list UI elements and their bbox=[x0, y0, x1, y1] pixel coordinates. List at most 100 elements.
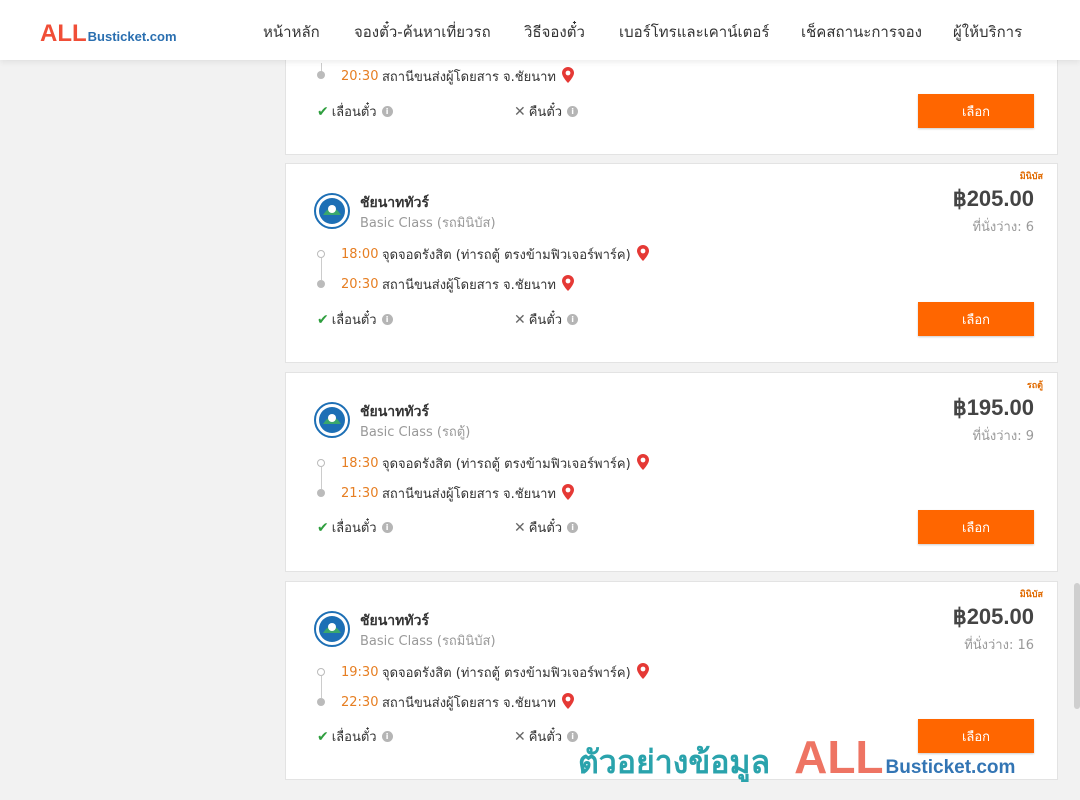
change-ticket-label: เลื่อนตั๋ว bbox=[331, 521, 377, 536]
arrive-row: 21:30 สถานีขนส่งผู้โดยสาร จ.ชัยนาท bbox=[341, 483, 575, 504]
seats-available: ที่นั่งว่าง: 6 bbox=[972, 220, 1034, 235]
arrive-time: 20:30 bbox=[341, 69, 379, 84]
change-ticket-option: ✔ เลื่อนตั๋ว i bbox=[317, 517, 393, 538]
nav-book-search[interactable]: จองตั๋ว-ค้นหาเที่ยวรถ bbox=[354, 20, 491, 44]
main-nav: หน้าหลัก จองตั๋ว-ค้นหาเที่ยวรถ วิธีจองตั… bbox=[0, 0, 1080, 60]
map-pin-icon[interactable] bbox=[562, 66, 575, 87]
arrive-row: 20:30 สถานีขนส่งผู้โดยสาร จ.ชัยนาท bbox=[341, 274, 575, 295]
vehicle-tag: มินิบัส bbox=[1019, 172, 1043, 182]
operator-name: ชัยนาททัวร์ bbox=[360, 613, 429, 629]
depart-stop: จุดจอดรังสิต (ท่ารถตู้ ตรงข้ามฟิวเจอร์พา… bbox=[382, 666, 631, 681]
depart-dot bbox=[317, 250, 325, 258]
info-icon[interactable]: i bbox=[567, 106, 579, 117]
change-ticket-option: ✔ เลื่อนตั๋ว i bbox=[317, 726, 393, 747]
bus-class: Basic Class (รถมินิบัส) bbox=[360, 634, 496, 649]
refund-ticket-option: ✕ คืนตั๋ว i bbox=[514, 517, 579, 538]
arrive-time: 21:30 bbox=[341, 486, 379, 501]
check-icon: ✔ bbox=[317, 311, 329, 328]
arrive-time: 22:30 bbox=[341, 695, 379, 710]
arrive-stop: สถานีขนส่งผู้โดยสาร จ.ชัยนาท bbox=[382, 278, 557, 293]
depart-row: 18:00 จุดจอดรังสิต (ท่ารถตู้ ตรงข้ามฟิวเ… bbox=[341, 244, 649, 265]
check-icon: ✔ bbox=[317, 728, 329, 745]
select-button[interactable]: เลือก bbox=[918, 510, 1034, 544]
arrive-time: 20:30 bbox=[341, 277, 379, 292]
info-icon[interactable]: i bbox=[381, 731, 393, 742]
map-pin-icon[interactable] bbox=[562, 692, 575, 713]
info-icon[interactable]: i bbox=[381, 522, 393, 533]
refund-ticket-option: ✕ คืนตั๋ว i bbox=[514, 726, 579, 747]
nav-check-status[interactable]: เช็คสถานะการจอง bbox=[801, 20, 922, 44]
ticket-price: ฿205.00 bbox=[952, 604, 1034, 629]
watermark-sub-text: Busticket.com bbox=[885, 757, 1016, 778]
arrive-row: 20:30 สถานีขนส่งผู้โดยสาร จ.ชัยนาท bbox=[341, 66, 575, 87]
watermark-all-text: ALL bbox=[794, 731, 884, 783]
seats-available: ที่นั่งว่าง: 16 bbox=[964, 638, 1034, 653]
nav-phone-counter[interactable]: เบอร์โทรและเคาน์เตอร์ bbox=[619, 20, 769, 44]
depart-time: 19:30 bbox=[341, 665, 379, 680]
arrive-dot bbox=[317, 71, 325, 79]
top-header: ALL Busticket.com หน้าหลัก จองตั๋ว-ค้นหา… bbox=[0, 0, 1080, 60]
depart-row: 18:30 จุดจอดรังสิต (ท่ารถตู้ ตรงข้ามฟิวเ… bbox=[341, 453, 649, 474]
change-ticket-option: ✔ เลื่อนตั๋ว i bbox=[317, 309, 393, 330]
refund-ticket-label: คืนตั๋ว bbox=[528, 105, 563, 120]
arrive-stop: สถานีขนส่งผู้โดยสาร จ.ชัยนาท bbox=[382, 70, 557, 85]
arrive-stop: สถานีขนส่งผู้โดยสาร จ.ชัยนาท bbox=[382, 696, 557, 711]
operator-name: ชัยนาททัวร์ bbox=[360, 195, 429, 211]
nav-home[interactable]: หน้าหลัก bbox=[263, 20, 320, 44]
map-pin-icon[interactable] bbox=[562, 483, 575, 504]
nav-how-to-book[interactable]: วิธีจองตั๋ว bbox=[524, 20, 585, 44]
depart-dot bbox=[317, 668, 325, 676]
seats-available: ที่นั่งว่าง: 9 bbox=[972, 429, 1034, 444]
page-scrollbar[interactable] bbox=[1074, 583, 1080, 709]
info-icon[interactable]: i bbox=[567, 731, 579, 742]
route-line bbox=[321, 676, 322, 698]
depart-time: 18:00 bbox=[341, 247, 379, 262]
depart-stop: จุดจอดรังสิต (ท่ารถตู้ ตรงข้ามฟิวเจอร์พา… bbox=[382, 457, 631, 472]
operator-logo bbox=[314, 402, 350, 438]
map-pin-icon[interactable] bbox=[636, 244, 649, 265]
cross-icon: ✕ bbox=[514, 519, 526, 536]
nav-operators[interactable]: ผู้ให้บริการ bbox=[953, 20, 1022, 44]
map-pin-icon[interactable] bbox=[562, 274, 575, 295]
arrive-dot bbox=[317, 698, 325, 706]
sample-data-watermark: ตัวอย่างข้อมูล ALL Busticket.com bbox=[578, 730, 1015, 788]
info-icon[interactable]: i bbox=[567, 522, 579, 533]
vehicle-tag: มินิบัส bbox=[1019, 590, 1043, 600]
depart-row: 19:30 จุดจอดรังสิต (ท่ารถตู้ ตรงข้ามฟิวเ… bbox=[341, 662, 649, 683]
change-ticket-label: เลื่อนตั๋ว bbox=[331, 730, 377, 745]
refund-ticket-label: คืนตั๋ว bbox=[528, 730, 563, 745]
cross-icon: ✕ bbox=[514, 311, 526, 328]
arrive-dot bbox=[317, 489, 325, 497]
arrive-row: 22:30 สถานีขนส่งผู้โดยสาร จ.ชัยนาท bbox=[341, 692, 575, 713]
bus-class: Basic Class (รถตู้) bbox=[360, 425, 471, 440]
route-line bbox=[321, 467, 322, 489]
change-ticket-label: เลื่อนตั๋ว bbox=[331, 313, 377, 328]
depart-dot bbox=[317, 459, 325, 467]
change-ticket-label: เลื่อนตั๋ว bbox=[331, 105, 377, 120]
info-icon[interactable]: i bbox=[567, 314, 579, 325]
refund-ticket-option: ✕ คืนตั๋ว i bbox=[514, 309, 579, 330]
vehicle-tag: รถตู้ bbox=[1026, 381, 1043, 391]
info-icon[interactable]: i bbox=[381, 106, 393, 117]
route-line bbox=[321, 258, 322, 280]
select-button[interactable]: เลือก bbox=[918, 94, 1034, 128]
cross-icon: ✕ bbox=[514, 728, 526, 745]
arrive-dot bbox=[317, 280, 325, 288]
operator-logo bbox=[314, 193, 350, 229]
select-button[interactable]: เลือก bbox=[918, 302, 1034, 336]
map-pin-icon[interactable] bbox=[636, 453, 649, 474]
map-pin-icon[interactable] bbox=[636, 662, 649, 683]
trip-card: มินิบัส ชัยนาททัวร์ Basic Class (รถมินิบ… bbox=[285, 163, 1058, 363]
cross-icon: ✕ bbox=[514, 103, 526, 120]
change-ticket-option: ✔ เลื่อนตั๋ว i bbox=[317, 101, 393, 122]
depart-time: 18:30 bbox=[341, 456, 379, 471]
ticket-price: ฿205.00 bbox=[952, 186, 1034, 211]
info-icon[interactable]: i bbox=[381, 314, 393, 325]
trip-card: รถตู้ ชัยนาททัวร์ Basic Class (รถตู้) ฿1… bbox=[285, 372, 1058, 572]
bus-class: Basic Class (รถมินิบัส) bbox=[360, 216, 496, 231]
operator-name: ชัยนาททัวร์ bbox=[360, 404, 429, 420]
check-icon: ✔ bbox=[317, 519, 329, 536]
refund-ticket-label: คืนตั๋ว bbox=[528, 521, 563, 536]
arrive-stop: สถานีขนส่งผู้โดยสาร จ.ชัยนาท bbox=[382, 487, 557, 502]
watermark-thai-text: ตัวอย่างข้อมูล bbox=[578, 743, 771, 781]
